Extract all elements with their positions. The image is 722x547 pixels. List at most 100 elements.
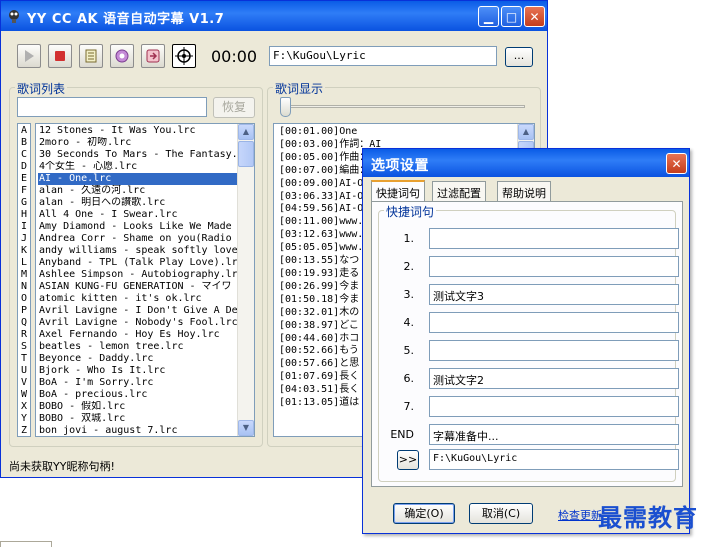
shortcut-input[interactable]: 测试文字2: [429, 368, 679, 389]
alphabet-letter[interactable]: O: [18, 293, 30, 305]
list-item[interactable]: atomic kitten - it's ok.lrc: [38, 293, 238, 305]
alphabet-letter[interactable]: V: [18, 377, 30, 389]
shortcut-label: 4.: [403, 316, 415, 329]
scroll-down-button[interactable]: ▼: [238, 420, 254, 436]
list-item[interactable]: alan - 明日への讃歌.lrc: [38, 197, 238, 209]
list-item[interactable]: BOBO - 双城.lrc: [38, 413, 238, 425]
list-item[interactable]: BoA - I'm Sorry.lrc: [38, 377, 238, 389]
list-item[interactable]: 4个女生 - 心愿.lrc: [38, 161, 238, 173]
alphabet-letter[interactable]: U: [18, 365, 30, 377]
stop-button[interactable]: [48, 44, 72, 68]
alphabet-letter[interactable]: K: [18, 245, 30, 257]
list-item[interactable]: BoA - precious.lrc: [38, 389, 238, 401]
list-item[interactable]: bon jovi - august 7.lrc: [38, 425, 238, 436]
browse-button[interactable]: ...: [505, 47, 533, 67]
tab-help[interactable]: 帮助说明: [497, 181, 551, 201]
path-arrow-button[interactable]: >>: [397, 450, 419, 470]
list-item[interactable]: Avril Lavigne - I Don't Give A De: [38, 305, 238, 317]
list-item[interactable]: AI - One.lrc: [38, 173, 238, 185]
toolbar: 00:00 F:\KuGou\Lyric ...: [11, 41, 539, 71]
taskbar-fragment: [0, 541, 52, 547]
alphabet-letter[interactable]: P: [18, 305, 30, 317]
alphabet-letter[interactable]: B: [18, 137, 30, 149]
progress-track[interactable]: [285, 105, 525, 108]
list-item[interactable]: 12 Stones - It Was You.lrc: [38, 125, 238, 137]
alphabet-letter[interactable]: Z: [18, 425, 30, 436]
restore-button[interactable]: 恢复: [213, 97, 255, 118]
list-item[interactable]: ASIAN KUNG-FU GENERATION - マイワ: [38, 281, 238, 293]
shortcut-label: END: [390, 428, 414, 441]
alphabet-letter[interactable]: N: [18, 281, 30, 293]
list-item[interactable]: Andrea Corr - Shame on you(Radio: [38, 233, 238, 245]
list-item[interactable]: Anyband - TPL (Talk Play Love).lr: [38, 257, 238, 269]
document-button[interactable]: [79, 44, 103, 68]
alphabet-letter[interactable]: F: [18, 185, 30, 197]
alphabet-letter[interactable]: M: [18, 269, 30, 281]
tab-shortcuts[interactable]: 快捷词句: [371, 180, 425, 202]
dialog-title-bar[interactable]: 选项设置 ✕: [363, 149, 689, 177]
shortcut-input[interactable]: 字幕准备中...: [429, 424, 679, 445]
alphabet-letter[interactable]: X: [18, 401, 30, 413]
list-item[interactable]: andy williams - speak softly love: [38, 245, 238, 257]
shortcut-input[interactable]: [429, 228, 679, 249]
list-item[interactable]: Axel Fernando - Hoy Es Hoy.lrc: [38, 329, 238, 341]
alphabet-letter[interactable]: Q: [18, 317, 30, 329]
shortcut-input[interactable]: [429, 312, 679, 333]
minimize-button[interactable]: ▁: [478, 6, 499, 27]
close-button[interactable]: ✕: [524, 6, 545, 27]
lyrics-list-label: 歌词列表: [15, 80, 68, 97]
play-button[interactable]: [17, 44, 41, 68]
alphabet-letter[interactable]: C: [18, 149, 30, 161]
alphabet-letter[interactable]: E: [18, 173, 30, 185]
list-item[interactable]: 2moro - 初吻.lrc: [38, 137, 238, 149]
lyric-path-field[interactable]: F:\KuGou\Lyric: [269, 46, 497, 66]
lyric-scroll-up-button[interactable]: ▲: [518, 124, 534, 140]
dialog-path-field[interactable]: F:\KuGou\Lyric: [429, 449, 679, 470]
shortcut-input[interactable]: [429, 340, 679, 361]
shortcut-input[interactable]: [429, 396, 679, 417]
alphabet-index[interactable]: ABCDEFGHIJKLMNOPQRSTUVWXYZ: [17, 123, 31, 437]
alphabet-letter[interactable]: W: [18, 389, 30, 401]
shortcut-input[interactable]: 测试文字3: [429, 284, 679, 305]
list-item[interactable]: All 4 One - I Swear.lrc: [38, 209, 238, 221]
scroll-up-button[interactable]: ▲: [238, 124, 254, 140]
list-item[interactable]: beatles - lemon tree.lrc: [38, 341, 238, 353]
target-button[interactable]: [172, 44, 196, 68]
alphabet-letter[interactable]: A: [18, 125, 30, 137]
maximize-button[interactable]: □: [501, 6, 522, 27]
shortcut-input[interactable]: [429, 256, 679, 277]
alphabet-letter[interactable]: J: [18, 233, 30, 245]
filter-input[interactable]: [17, 97, 207, 117]
list-item[interactable]: alan - 久遠の河.lrc: [38, 185, 238, 197]
alphabet-letter[interactable]: R: [18, 329, 30, 341]
list-item[interactable]: 30 Seconds To Mars - The Fantasy.: [38, 149, 238, 161]
cancel-button[interactable]: 取消(C): [469, 503, 533, 524]
list-item[interactable]: Amy Diamond - Looks Like We Made: [38, 221, 238, 233]
list-item[interactable]: Beyonce - Daddy.lrc: [38, 353, 238, 365]
alphabet-letter[interactable]: G: [18, 197, 30, 209]
list-item[interactable]: Bjork - Who Is It.lrc: [38, 365, 238, 377]
alphabet-letter[interactable]: D: [18, 161, 30, 173]
alphabet-letter[interactable]: L: [18, 257, 30, 269]
lyrics-listbox[interactable]: 12 Stones - It Was You.lrc 2moro - 初吻.lrc…: [35, 123, 255, 437]
list-item[interactable]: Ashlee Simpson - Autobiography.lr: [38, 269, 238, 281]
settings-button[interactable]: [110, 44, 134, 68]
list-item[interactable]: BOBO - 假如.lrc: [38, 401, 238, 413]
progress-slider[interactable]: [280, 97, 291, 117]
ok-button[interactable]: 确定(O): [393, 503, 455, 524]
alphabet-letter[interactable]: Y: [18, 413, 30, 425]
shortcut-label: 2.: [403, 260, 415, 273]
check-update-link[interactable]: 检查更新: [558, 507, 602, 523]
lyrics-display-label: 歌词显示: [273, 80, 326, 97]
title-bar[interactable]: YY CC AK 语音自动字幕 V1.7 ▁ □ ✕: [1, 1, 547, 31]
alphabet-letter[interactable]: S: [18, 341, 30, 353]
scroll-thumb[interactable]: [238, 141, 254, 167]
alphabet-letter[interactable]: H: [18, 209, 30, 221]
alphabet-letter[interactable]: T: [18, 353, 30, 365]
list-item[interactable]: Avril Lavigne - Nobody's Fool.lrc: [38, 317, 238, 329]
export-button[interactable]: [141, 44, 165, 68]
alphabet-letter[interactable]: I: [18, 221, 30, 233]
tab-filter[interactable]: 过滤配置: [432, 181, 486, 201]
lyrics-list-scrollbar[interactable]: ▲ ▼: [237, 124, 254, 436]
dialog-close-button[interactable]: ✕: [666, 153, 687, 174]
